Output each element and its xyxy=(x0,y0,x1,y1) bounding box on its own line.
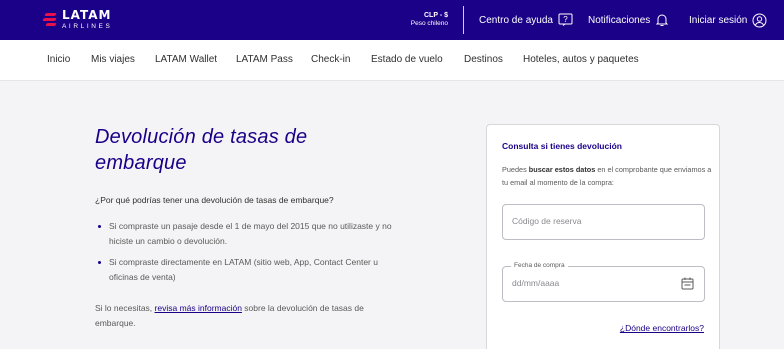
refund-check-card: Consulta si tienes devolución Puedes bus… xyxy=(486,124,720,349)
more-info-link[interactable]: revisa más información xyxy=(155,303,242,313)
purchase-date-input[interactable] xyxy=(512,278,682,288)
bullet-dot-icon xyxy=(98,225,101,228)
logo-sub-text: AIRLINES xyxy=(62,23,113,30)
calendar-icon[interactable] xyxy=(681,277,694,290)
help-box-icon: ? xyxy=(558,13,573,26)
notifications-label: Notificaciones xyxy=(588,14,651,26)
refund-question: ¿Por qué podrías tener una devolución de… xyxy=(95,195,334,205)
nav-item-check-in[interactable]: Check-in xyxy=(311,54,350,65)
svg-text:?: ? xyxy=(563,15,568,24)
card-desc-before: Puedes xyxy=(502,165,529,174)
list-item: Si compraste directamente en LATAM (siti… xyxy=(98,255,398,285)
card-desc-bold: buscar estos datos xyxy=(528,165,596,174)
page-title: Devolución de tasas de embarque xyxy=(95,126,308,174)
header-divider xyxy=(463,6,464,34)
nav-item-latam-wallet[interactable]: LATAM Wallet xyxy=(155,54,217,65)
purchase-date-field[interactable]: Fecha de compra xyxy=(502,262,705,302)
nav-item-inicio[interactable]: Inicio xyxy=(47,54,70,65)
help-center-label: Centro de ayuda xyxy=(479,14,553,26)
reservation-code-input[interactable] xyxy=(512,216,682,226)
purchase-date-label: Fecha de compra xyxy=(511,262,568,269)
nav-item-mis-viajes[interactable]: Mis viajes xyxy=(91,54,135,65)
para-text-before: Si lo necesitas, xyxy=(95,303,155,313)
list-item-text: Si compraste un pasaje desde el 1 de may… xyxy=(109,221,392,246)
logo-main-text: LATAM xyxy=(62,8,112,22)
nav-item-hoteles-autos-paquetes[interactable]: Hoteles, autos y paquetes xyxy=(523,54,639,65)
currency-code: CLP - $ xyxy=(424,12,448,19)
nav-item-estado-de-vuelo[interactable]: Estado de vuelo xyxy=(371,54,443,65)
help-center-link[interactable]: Centro de ayuda ? xyxy=(479,13,573,27)
latam-logo-mark-icon xyxy=(42,9,58,29)
nav-item-latam-pass[interactable]: LATAM Pass xyxy=(236,54,293,65)
card-title: Consulta si tienes devolución xyxy=(502,141,622,151)
list-item: Si compraste un pasaje desde el 1 de may… xyxy=(98,219,398,249)
user-circle-icon xyxy=(752,13,767,28)
latam-logo[interactable]: LATAM AIRLINES xyxy=(42,9,112,31)
top-bar: LATAM AIRLINES CLP - $ Peso chileno Cent… xyxy=(0,0,784,40)
currency-name: Peso chileno xyxy=(410,20,448,27)
bullet-dot-icon xyxy=(98,261,101,264)
currency-selector[interactable]: CLP - $ Peso chileno xyxy=(404,12,448,28)
main-nav: Inicio Mis viajes LATAM Wallet LATAM Pas… xyxy=(0,40,784,81)
card-description: Puedes buscar estos datos en el comproba… xyxy=(502,163,712,189)
where-to-find-link[interactable]: ¿Dónde encontrarlos? xyxy=(620,323,704,333)
nav-item-destinos[interactable]: Destinos xyxy=(464,54,503,65)
list-item-text: Si compraste directamente en LATAM (siti… xyxy=(109,257,378,282)
notifications-link[interactable]: Notificaciones xyxy=(588,13,669,27)
bell-icon xyxy=(656,14,669,26)
login-label: Iniciar sesión xyxy=(689,15,748,26)
reservation-code-field[interactable] xyxy=(502,204,705,240)
more-info-paragraph: Si lo necesitas, revisa más información … xyxy=(95,301,395,331)
login-link[interactable]: Iniciar sesión xyxy=(689,13,767,28)
